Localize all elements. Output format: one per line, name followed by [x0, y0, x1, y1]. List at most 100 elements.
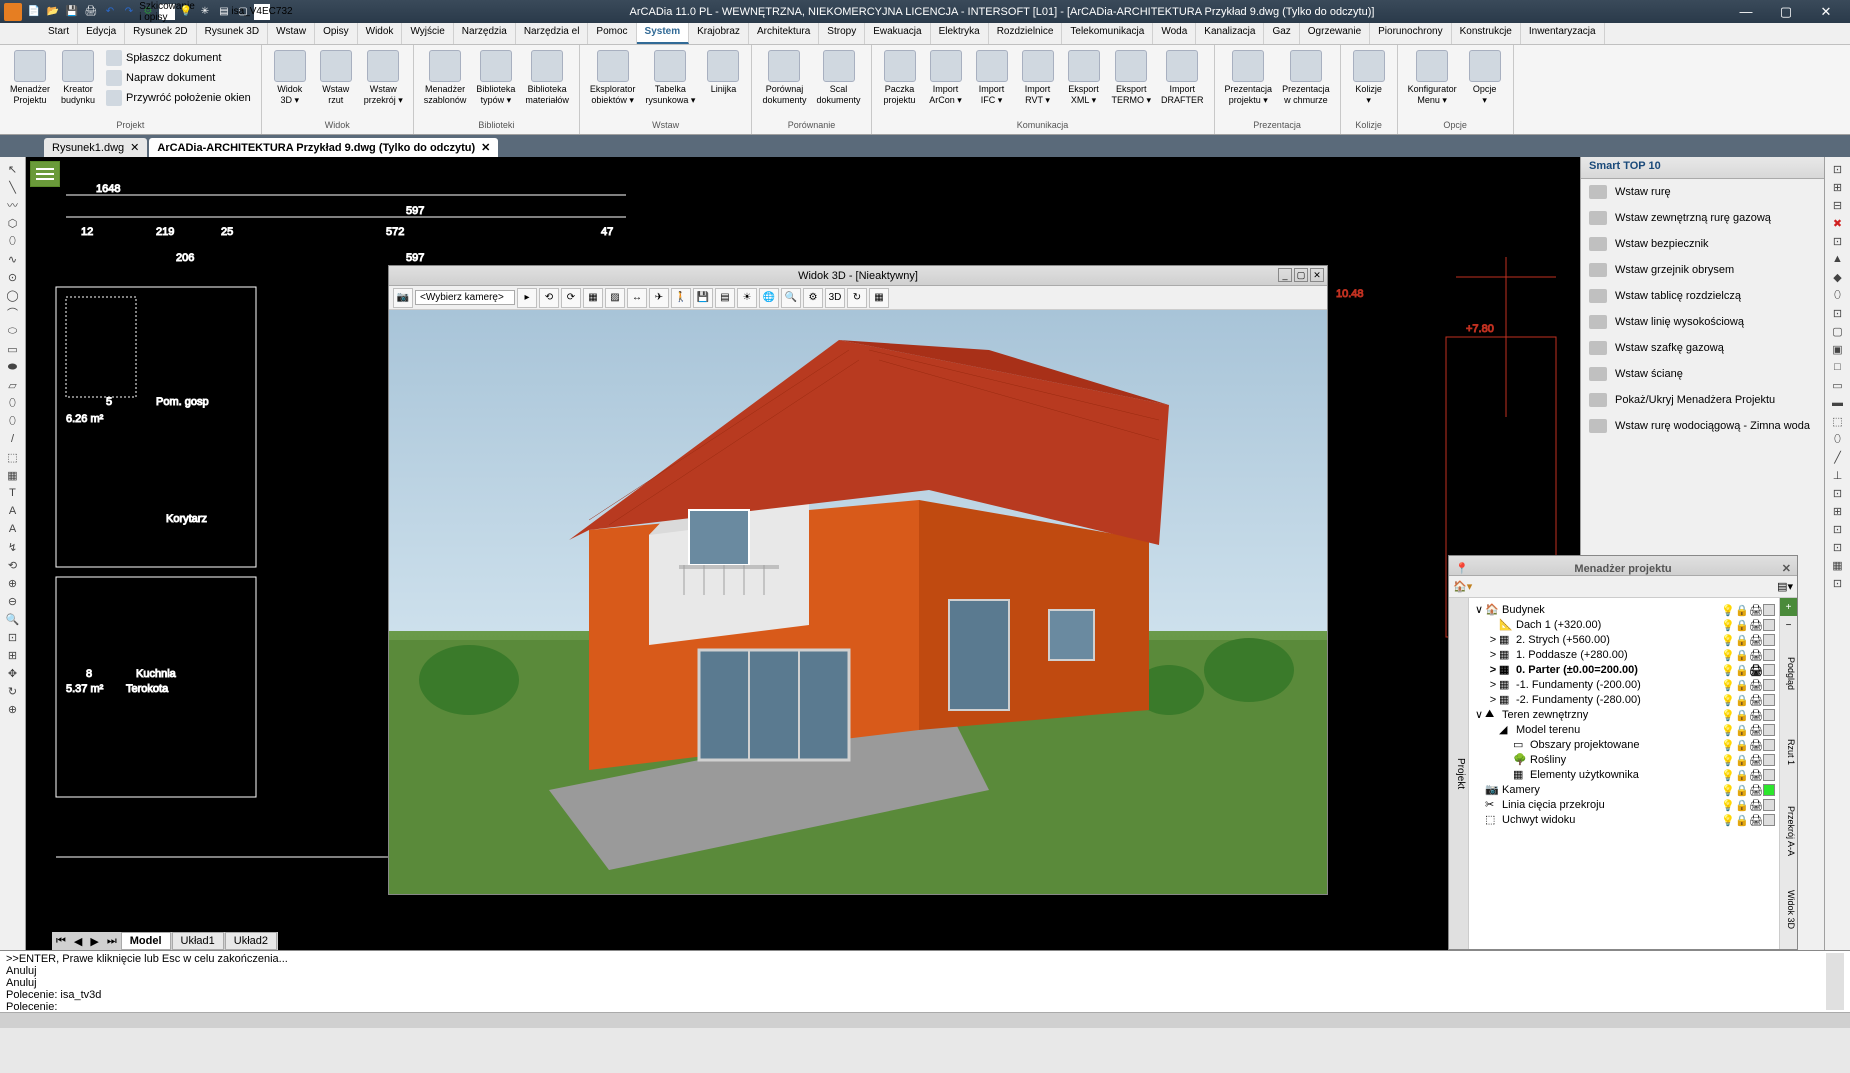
lefttool-11[interactable]: ⬬ [0, 358, 25, 376]
ribbon-btn-import-arcon-[interactable]: ImportArCon ▾ [924, 48, 968, 108]
ribbon-btn-kolizje-[interactable]: Kolizje▾ [1347, 48, 1391, 108]
view3d-tb10[interactable]: ▤ [715, 288, 735, 308]
righttool-10[interactable]: ▣ [1825, 340, 1850, 358]
ribbon-btn-konfigurator-menu-[interactable]: KonfiguratorMenu ▾ [1404, 48, 1461, 108]
lefttool-21[interactable]: ↯ [0, 538, 25, 556]
view3d-minimize[interactable]: _ [1278, 268, 1292, 282]
ribbon-btn-paczka-projektu[interactable]: Paczkaprojektu [878, 48, 922, 108]
projmgr-project-tab[interactable]: Projekt [1449, 598, 1469, 949]
ribbon-btn-import-ifc-[interactable]: ImportIFC ▾ [970, 48, 1014, 108]
smart-item-wstaw-rurę-wodociągo[interactable]: Wstaw rurę wodociągową - Zimna woda [1581, 413, 1824, 439]
projmgr-filter-icon[interactable]: ▤▾ [1777, 580, 1793, 593]
projmgr-tree[interactable]: ∨🏠Budynek💡🔒🖨📐Dach 1 (+320.00)💡🔒🖨>▦2. Str… [1469, 598, 1779, 949]
qat-open-icon[interactable]: 📂 [45, 4, 61, 20]
view3d-tb-camera-icon[interactable]: 📷 [393, 288, 413, 308]
qat-new-icon[interactable]: 📄 [26, 4, 42, 20]
righttool-8[interactable]: ⊡ [1825, 304, 1850, 322]
ribbon-small-spłaszcz-dokument[interactable]: Spłaszcz dokument [102, 48, 255, 68]
smart-item-wstaw-rurę[interactable]: Wstaw rurę [1581, 179, 1824, 205]
projmgr-add-icon[interactable]: + [1780, 598, 1797, 616]
view3d-tb5[interactable]: ▨ [605, 288, 625, 308]
righttool-4[interactable]: ⊡ [1825, 232, 1850, 250]
ribbon-btn-biblioteka-materiałów[interactable]: Bibliotekamateriałów [521, 48, 573, 108]
ribbon-small-napraw-dokument[interactable]: Napraw dokument [102, 68, 255, 88]
tree-row[interactable]: ▭Obszary projektowane💡🔒🖨 [1473, 737, 1775, 752]
tree-expand-icon[interactable]: ∨ [1473, 603, 1485, 616]
qat-star-icon[interactable]: ✳ [197, 4, 213, 20]
righttool-12[interactable]: ▭ [1825, 376, 1850, 394]
view3d-viewport[interactable] [389, 310, 1327, 894]
smart-item-wstaw-zewnętrzną-rur[interactable]: Wstaw zewnętrzną rurę gazową [1581, 205, 1824, 231]
view3d-tb11[interactable]: ☀ [737, 288, 757, 308]
tab-konstrukcje[interactable]: Konstrukcje [1452, 23, 1521, 44]
doctab-close-icon[interactable]: ✕ [481, 141, 490, 154]
projmgr-pin-icon[interactable]: 📍 [1455, 559, 1469, 579]
view3d-tb7[interactable]: ✈ [649, 288, 669, 308]
smart-item-wstaw-bezpiecznik[interactable]: Wstaw bezpiecznik [1581, 231, 1824, 257]
ribbon-btn-menadżer-szablonów[interactable]: Menadżerszablonów [420, 48, 471, 108]
tab-rysunek-3d[interactable]: Rysunek 3D [197, 23, 268, 44]
doctab[interactable]: Rysunek1.dwg✕ [44, 138, 147, 157]
tab-rozdzielnice[interactable]: Rozdzielnice [989, 23, 1063, 44]
view3d-tb3[interactable]: ⟳ [561, 288, 581, 308]
tab-system[interactable]: System [637, 23, 690, 44]
tree-row[interactable]: >▦0. Parter (±0.00=200.00)💡🔒🖨 [1473, 662, 1775, 677]
righttool-9[interactable]: ▢ [1825, 322, 1850, 340]
tree-row[interactable]: ✂Linia cięcia przekroju💡🔒🖨 [1473, 797, 1775, 812]
lefttool-8[interactable]: ⌒ [0, 304, 25, 322]
view3d-tb1[interactable]: ▸ [517, 288, 537, 308]
project-manager-panel[interactable]: 📍 Menadżer projektu ✕ 🏠▾ ▤▾ Projekt ∨🏠Bu… [1448, 555, 1798, 950]
tree-expand-icon[interactable]: > [1487, 664, 1499, 676]
projmgr-close-icon[interactable]: ✕ [1782, 559, 1791, 579]
view3d-maximize[interactable]: ▢ [1294, 268, 1308, 282]
workspace-combo[interactable]: Szkicowanie i opisy [159, 4, 175, 20]
ribbon-btn-linijka[interactable]: Linijka [701, 48, 745, 97]
ribbon-btn-prezentacja-w-chmurze[interactable]: Prezentacjaw chmurze [1278, 48, 1334, 108]
lefttool-22[interactable]: ⟲ [0, 556, 25, 574]
ribbon-btn-scal-dokumenty[interactable]: Scaldokumenty [812, 48, 864, 108]
righttool-11[interactable]: □ [1825, 358, 1850, 376]
lefttool-6[interactable]: ⊙ [0, 268, 25, 286]
doctab-close-icon[interactable]: ✕ [130, 141, 139, 154]
tab-rysunek-2d[interactable]: Rysunek 2D [125, 23, 196, 44]
tab-woda[interactable]: Woda [1153, 23, 1196, 44]
righttool-14[interactable]: ⬚ [1825, 412, 1850, 430]
tab-kanalizacja[interactable]: Kanalizacja [1196, 23, 1264, 44]
tab-telekomunikacja[interactable]: Telekomunikacja [1062, 23, 1153, 44]
view3d-tb13[interactable]: 🔍 [781, 288, 801, 308]
cmd-scrollbar[interactable] [1826, 953, 1844, 1010]
doctab[interactable]: ArCADia-ARCHITEKTURA Przykład 9.dwg (Tyl… [149, 138, 498, 157]
lefttool-1[interactable]: ╲ [0, 178, 25, 196]
ribbon-btn-eksport-xml-[interactable]: EksportXML ▾ [1062, 48, 1106, 108]
tab-ogrzewanie[interactable]: Ogrzewanie [1300, 23, 1370, 44]
lefttool-28[interactable]: ✥ [0, 664, 25, 682]
ribbon-btn-tabelka-rysunkowa-[interactable]: Tabelkarysunkowa ▾ [641, 48, 699, 108]
projmgr-tab-widok3d[interactable]: Widok 3D [1780, 870, 1797, 949]
tab-wyjście[interactable]: Wyjście [402, 23, 453, 44]
modeltab-model[interactable]: Model [121, 932, 171, 950]
tab-piorunochrony[interactable]: Piorunochrony [1370, 23, 1451, 44]
qat-bulb-icon[interactable]: 💡 [178, 4, 194, 20]
tree-expand-icon[interactable]: > [1487, 634, 1499, 646]
tree-row[interactable]: >▦1. Poddasze (+280.00)💡🔒🖨 [1473, 647, 1775, 662]
modeltab-last[interactable]: ⏭ [103, 935, 121, 948]
ribbon-btn-kreator-budynku[interactable]: Kreatorbudynku [56, 48, 100, 108]
lefttool-27[interactable]: ⊞ [0, 646, 25, 664]
tab-opisy[interactable]: Opisy [315, 23, 358, 44]
lefttool-9[interactable]: ⬭ [0, 322, 25, 340]
qat-save-icon[interactable]: 💾 [64, 4, 80, 20]
tab-architektura[interactable]: Architektura [749, 23, 819, 44]
smart-item-wstaw-szafkę-gazową[interactable]: Wstaw szafkę gazową [1581, 335, 1824, 361]
tree-row[interactable]: ◢Model terenu💡🔒🖨 [1473, 722, 1775, 737]
projmgr-tab-przekroj[interactable]: Przekrój A-A [1780, 792, 1797, 871]
maximize-button[interactable]: ▢ [1766, 0, 1806, 23]
view3d-tb16[interactable]: ↻ [847, 288, 867, 308]
lefttool-20[interactable]: A [0, 520, 25, 538]
tree-row[interactable]: >▦-2. Fundamenty (-280.00)💡🔒🖨 [1473, 692, 1775, 707]
close-button[interactable]: ✕ [1806, 0, 1846, 23]
lefttool-30[interactable]: ⊕ [0, 700, 25, 718]
lefttool-12[interactable]: ▱ [0, 376, 25, 394]
view3d-titlebar[interactable]: Widok 3D - [Nieaktywny] _ ▢ ✕ [389, 266, 1327, 286]
ribbon-btn-import-rvt-[interactable]: ImportRVT ▾ [1016, 48, 1060, 108]
projmgr-home-icon[interactable]: 🏠▾ [1453, 580, 1472, 593]
